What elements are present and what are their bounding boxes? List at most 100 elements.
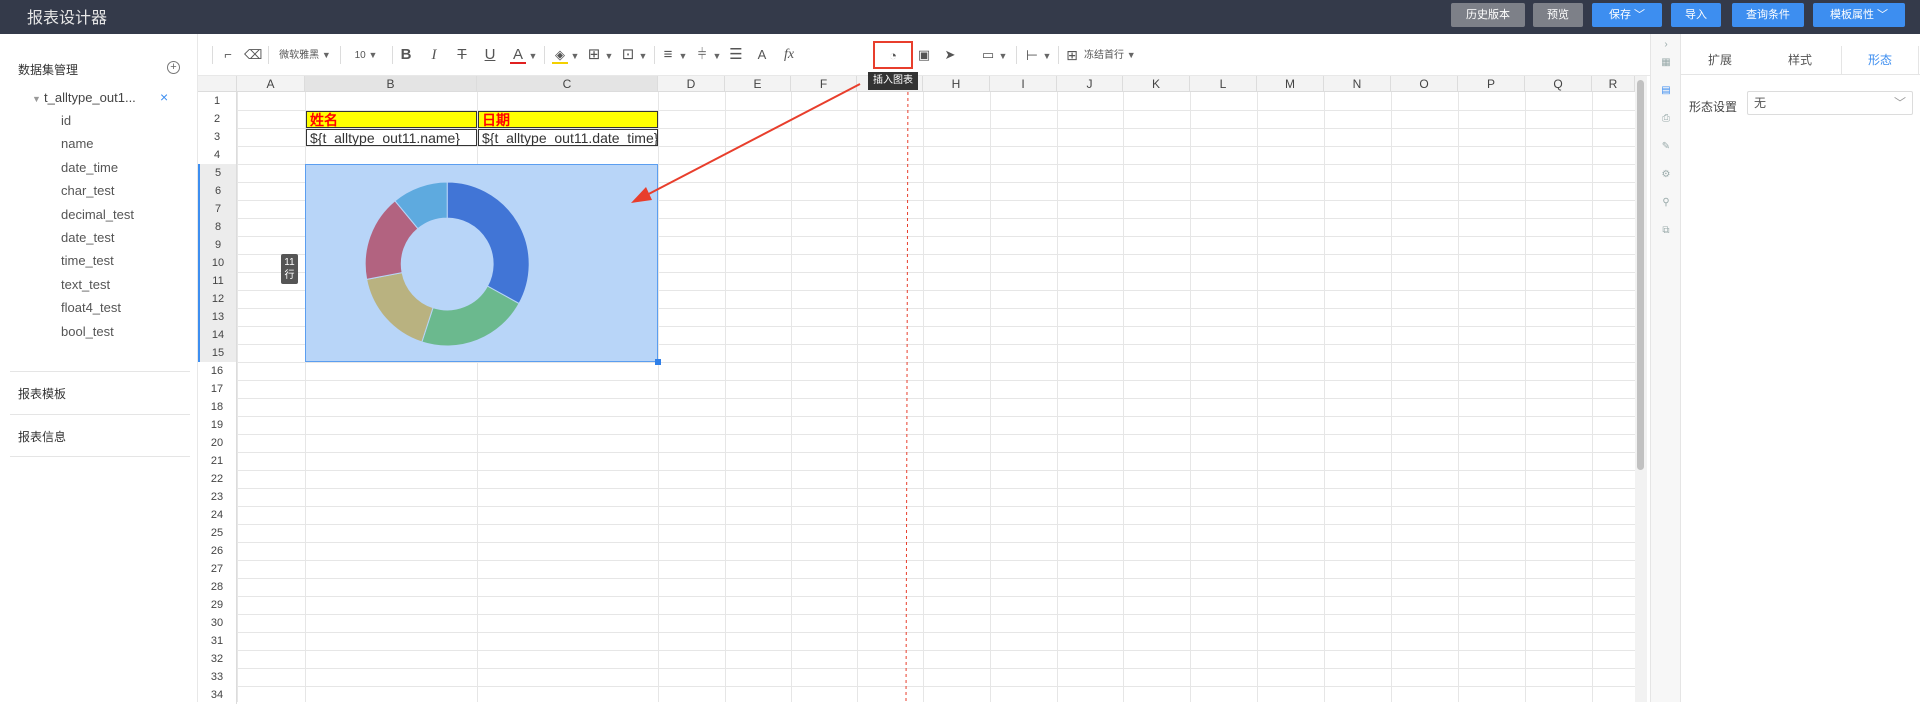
cell-c2[interactable]: 日期 bbox=[478, 111, 658, 128]
format-painter-icon[interactable]: ⌐ bbox=[220, 46, 236, 64]
row-header[interactable]: 17 bbox=[198, 380, 237, 398]
report-info-section[interactable]: 报表信息 bbox=[18, 428, 66, 445]
row-header[interactable]: 34 bbox=[198, 686, 237, 704]
row-header[interactable]: 33 bbox=[198, 668, 237, 686]
column-header[interactable]: Q bbox=[1525, 76, 1592, 92]
resize-handle[interactable] bbox=[655, 359, 661, 365]
row-header[interactable]: 12 bbox=[198, 290, 237, 308]
align-horizontal-icon[interactable]: ≡ bbox=[660, 46, 676, 64]
caret-down-icon[interactable]: ▼ bbox=[570, 46, 580, 64]
column-header[interactable]: F bbox=[791, 76, 857, 92]
row-header[interactable]: 6 bbox=[198, 182, 237, 200]
dataset-field[interactable]: name bbox=[61, 136, 94, 151]
row-header[interactable]: 14 bbox=[198, 326, 237, 344]
preview-button[interactable]: 预览 bbox=[1533, 3, 1583, 27]
tab-0[interactable]: 扩展 bbox=[1681, 46, 1759, 74]
tree-expand-icon[interactable]: ▼ bbox=[32, 94, 41, 104]
row-header[interactable]: 27 bbox=[198, 560, 237, 578]
print-icon[interactable]: ⎙ bbox=[1659, 112, 1673, 126]
row-header[interactable]: 19 bbox=[198, 416, 237, 434]
row-header[interactable]: 30 bbox=[198, 614, 237, 632]
merge-cells-icon[interactable]: ⊡ bbox=[620, 46, 636, 64]
caret-down-icon[interactable]: ▼ bbox=[638, 46, 648, 64]
row-header[interactable]: 3 bbox=[198, 128, 237, 146]
row-header[interactable]: 21 bbox=[198, 452, 237, 470]
link-icon[interactable]: ⚲ bbox=[1659, 196, 1673, 210]
row-header[interactable]: 15 bbox=[198, 344, 237, 362]
dataset-field[interactable]: date_test bbox=[61, 230, 115, 245]
chart-placeholder[interactable] bbox=[305, 164, 661, 365]
cell-settings-icon[interactable]: ▤ bbox=[1659, 84, 1673, 98]
row-header[interactable]: 23 bbox=[198, 488, 237, 506]
row-header[interactable]: 25 bbox=[198, 524, 237, 542]
font-size-select[interactable]: 10 ▼ bbox=[346, 46, 386, 64]
scrollbar-thumb[interactable] bbox=[1637, 80, 1644, 470]
row-header[interactable]: 24 bbox=[198, 506, 237, 524]
row-header[interactable]: 1 bbox=[198, 92, 237, 110]
import-button[interactable]: 导入 bbox=[1671, 3, 1721, 27]
row-header[interactable]: 26 bbox=[198, 542, 237, 560]
form-settings-select[interactable]: 无 ﹀ bbox=[1747, 91, 1913, 115]
caret-down-icon[interactable]: ▼ bbox=[998, 46, 1008, 64]
row-header[interactable]: 18 bbox=[198, 398, 237, 416]
cell-c3[interactable]: ${t_alltype_out11.date_time} bbox=[478, 129, 658, 146]
column-header[interactable]: O bbox=[1391, 76, 1458, 92]
caret-down-icon[interactable]: ▼ bbox=[678, 46, 688, 64]
column-width-icon[interactable]: ⊢ bbox=[1024, 46, 1040, 64]
row-header[interactable]: 7 bbox=[198, 200, 237, 218]
caret-down-icon[interactable]: ▼ bbox=[712, 46, 722, 64]
column-header[interactable]: A bbox=[237, 76, 305, 92]
template-properties-button[interactable]: 模板属性 ﹀ bbox=[1813, 3, 1905, 27]
grid-settings-icon[interactable]: ▦ bbox=[1659, 56, 1673, 70]
dataset-field[interactable]: bool_test bbox=[61, 324, 114, 339]
edit-icon[interactable]: ✎ bbox=[1659, 140, 1673, 154]
wrap-text-icon[interactable]: ☰ bbox=[728, 46, 744, 64]
caret-down-icon[interactable]: ▼ bbox=[528, 46, 538, 64]
row-header[interactable]: 11 bbox=[198, 272, 237, 290]
row-header[interactable]: 29 bbox=[198, 596, 237, 614]
function-icon[interactable]: fx bbox=[780, 46, 798, 64]
border-icon[interactable]: ⊞ bbox=[586, 46, 602, 64]
column-header[interactable]: J bbox=[1057, 76, 1123, 92]
underline-icon[interactable]: U bbox=[482, 46, 498, 64]
column-header[interactable]: M bbox=[1257, 76, 1324, 92]
column-header[interactable]: L bbox=[1190, 76, 1257, 92]
insert-image-icon[interactable]: ▣ bbox=[916, 46, 932, 64]
column-header[interactable]: E bbox=[725, 76, 791, 92]
cell-b3[interactable]: ${t_alltype_out11.name} bbox=[306, 129, 477, 146]
dataset-field[interactable]: date_time bbox=[61, 160, 118, 175]
dataset-node[interactable]: t_alltype_out1... bbox=[44, 90, 136, 105]
column-header[interactable]: P bbox=[1458, 76, 1525, 92]
font-family-select[interactable]: 微软雅黑 ▼ bbox=[274, 46, 336, 64]
row-header[interactable]: 13 bbox=[198, 308, 237, 326]
strikethrough-icon[interactable]: T bbox=[454, 46, 470, 64]
fill-color-icon[interactable]: ◈ bbox=[552, 46, 568, 64]
report-template-section[interactable]: 报表模板 bbox=[18, 385, 66, 402]
text-style-icon[interactable]: A bbox=[754, 46, 770, 64]
row-header[interactable]: 32 bbox=[198, 650, 237, 668]
row-header[interactable]: 10 bbox=[198, 254, 237, 272]
row-header[interactable]: 5 bbox=[198, 164, 237, 182]
freeze-first-row-button[interactable]: 冻结首行 ▼ bbox=[1084, 46, 1140, 64]
row-header[interactable]: 2 bbox=[198, 110, 237, 128]
collapse-icon[interactable]: › bbox=[1659, 38, 1673, 52]
dataset-field[interactable]: time_test bbox=[61, 253, 114, 268]
dataset-field[interactable]: id bbox=[61, 113, 71, 128]
italic-icon[interactable]: I bbox=[426, 46, 442, 64]
row-header[interactable]: 9 bbox=[198, 236, 237, 254]
row-header[interactable]: 16 bbox=[198, 362, 237, 380]
add-dataset-icon[interactable]: + bbox=[167, 61, 180, 74]
history-version-button[interactable]: 历史版本 bbox=[1451, 3, 1525, 27]
bold-icon[interactable]: B bbox=[398, 46, 414, 64]
eraser-icon[interactable]: ⌫ bbox=[244, 46, 262, 64]
save-button[interactable]: 保存 ﹀ bbox=[1592, 3, 1662, 27]
dataset-field[interactable]: decimal_test bbox=[61, 207, 134, 222]
column-header[interactable]: B bbox=[305, 76, 477, 92]
tab-2[interactable]: 形态 bbox=[1841, 46, 1919, 75]
row-header[interactable]: 22 bbox=[198, 470, 237, 488]
freeze-icon[interactable]: ⊞ bbox=[1064, 46, 1080, 64]
tab-1[interactable]: 样式 bbox=[1761, 46, 1839, 74]
column-header[interactable]: C bbox=[477, 76, 658, 92]
row-header[interactable]: 8 bbox=[198, 218, 237, 236]
column-header[interactable]: R bbox=[1592, 76, 1635, 92]
